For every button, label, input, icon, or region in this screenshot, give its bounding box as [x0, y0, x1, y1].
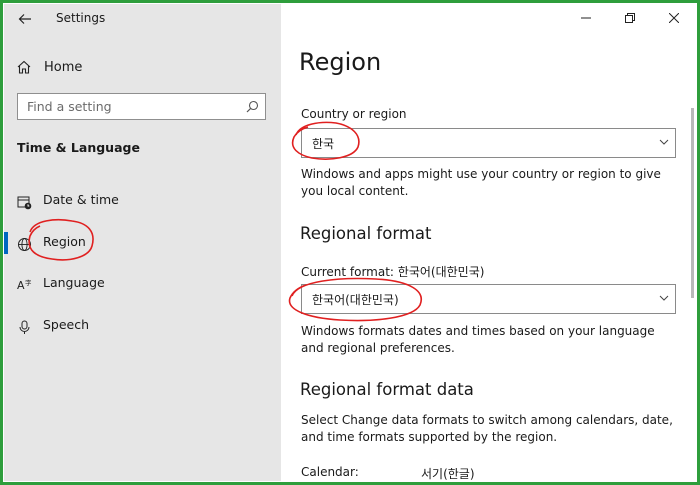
- format-data-description: Select Change data formats to switch amo…: [301, 413, 673, 444]
- calendar-value: 서기(한글): [421, 467, 475, 481]
- search-icon: [246, 100, 259, 113]
- sidebar-item-language[interactable]: A字 Language: [4, 267, 281, 301]
- chevron-down-icon: [659, 139, 669, 145]
- minimize-icon: [581, 17, 591, 19]
- main-content: Region Country or region 한국 Windows and …: [281, 4, 696, 481]
- svg-text:字: 字: [25, 278, 32, 287]
- title-bar: Settings: [4, 4, 281, 34]
- country-dropdown[interactable]: 한국: [301, 128, 676, 158]
- calendar-label: Calendar:: [301, 465, 359, 479]
- back-button[interactable]: [14, 9, 36, 29]
- current-format-label: Current format: 한국어(대한민국): [301, 265, 485, 279]
- sidebar-item-speech[interactable]: Speech: [4, 309, 281, 343]
- sidebar-item-label: Region: [43, 234, 86, 249]
- window-controls: [564, 4, 696, 32]
- svg-text:A: A: [17, 279, 25, 292]
- app-title: Settings: [56, 11, 106, 25]
- sidebar-item-label: Date & time: [43, 192, 119, 207]
- section-title: Time & Language: [17, 140, 140, 155]
- regional-format-heading: Regional format: [300, 224, 432, 243]
- restore-icon: [625, 13, 635, 23]
- search-input[interactable]: [27, 99, 237, 114]
- country-value: 한국: [312, 136, 335, 151]
- home-icon: [17, 60, 31, 74]
- nav-home-label: Home: [44, 59, 83, 75]
- country-label: Country or region: [301, 107, 407, 121]
- chevron-down-icon: [659, 295, 669, 301]
- back-arrow-icon: [18, 14, 31, 24]
- country-description: Windows and apps might use your country …: [301, 167, 661, 198]
- globe-icon: [16, 236, 32, 252]
- settings-window: Settings Home Time & Language Date & tim…: [4, 4, 696, 481]
- scrollbar[interactable]: [691, 108, 694, 298]
- regional-format-value: 한국어(대한민국): [312, 292, 399, 307]
- selected-indicator: [4, 232, 8, 254]
- sidebar-item-label: Speech: [43, 317, 90, 332]
- regional-format-dropdown[interactable]: 한국어(대한민국): [301, 284, 676, 314]
- restore-button[interactable]: [608, 4, 652, 32]
- minimize-button[interactable]: [564, 4, 608, 32]
- microphone-icon: [16, 319, 32, 335]
- sidebar-item-label: Language: [43, 275, 105, 290]
- calendar-clock-icon: [16, 194, 32, 210]
- sidebar-item-region[interactable]: Region: [4, 226, 281, 260]
- format-data-heading: Regional format data: [300, 380, 474, 399]
- regional-format-description: Windows formats dates and times based on…: [301, 324, 655, 355]
- language-icon: A字: [16, 277, 32, 293]
- search-box[interactable]: [17, 93, 266, 120]
- page-title: Region: [299, 48, 382, 76]
- close-button[interactable]: [652, 4, 696, 32]
- sidebar: Settings Home Time & Language Date & tim…: [4, 4, 281, 481]
- nav-home[interactable]: Home: [16, 56, 82, 78]
- close-icon: [669, 13, 679, 23]
- sidebar-item-date-time[interactable]: Date & time: [4, 184, 281, 218]
